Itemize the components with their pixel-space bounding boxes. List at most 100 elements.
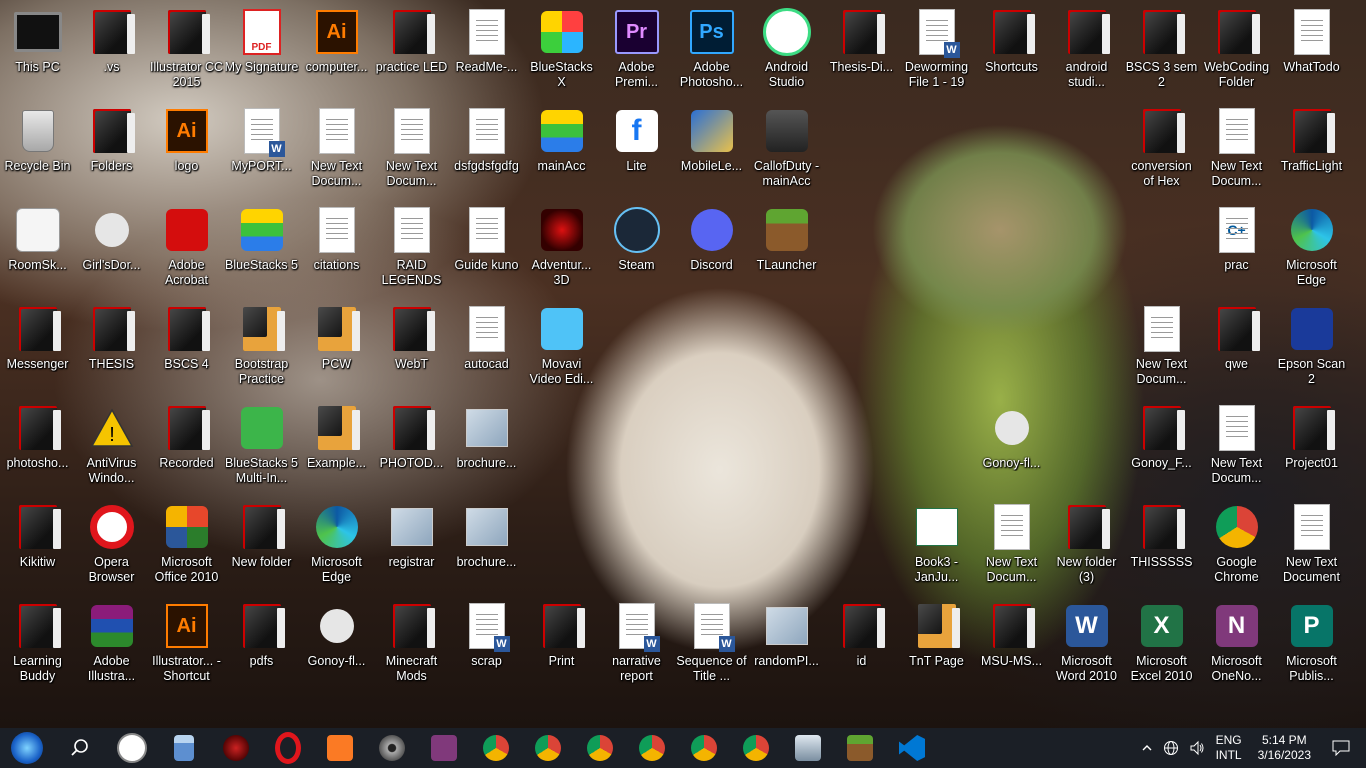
- desktop-icon[interactable]: WebT: [374, 301, 449, 400]
- desktop-icon[interactable]: New Text Docum...: [1124, 301, 1199, 400]
- desktop-icon[interactable]: Thesis-Di...: [824, 4, 899, 103]
- desktop-icon[interactable]: Project01: [1274, 400, 1349, 499]
- desktop-icon[interactable]: id: [824, 598, 899, 697]
- chrome-5[interactable]: [678, 728, 730, 768]
- desktop-icon[interactable]: THISSSSS: [1124, 499, 1199, 598]
- desktop-icon[interactable]: f Lite: [599, 103, 674, 202]
- clock[interactable]: 5:14 PM 3/16/2023: [1258, 733, 1311, 763]
- desktop-icon[interactable]: Print: [524, 598, 599, 697]
- vscode-app[interactable]: [886, 728, 938, 768]
- desktop-icon[interactable]: WebCoding Folder: [1199, 4, 1274, 103]
- desktop-icon[interactable]: New Text Docum...: [299, 103, 374, 202]
- desktop-icon[interactable]: New Text Docum...: [1199, 103, 1274, 202]
- desktop-icon[interactable]: New Text Document: [1274, 499, 1349, 598]
- desktop-icon[interactable]: Gonoy_F...: [1124, 400, 1199, 499]
- desktop-icon[interactable]: THESIS: [74, 301, 149, 400]
- chrome-6[interactable]: [730, 728, 782, 768]
- desktop-icon[interactable]: MobileLe...: [674, 103, 749, 202]
- desktop-icon[interactable]: BSCS 3 sem 2: [1124, 4, 1199, 103]
- desktop-icon[interactable]: Ai Illustrator... - Shortcut: [149, 598, 224, 697]
- desktop-icon[interactable]: Discord: [674, 202, 749, 301]
- chrome-2[interactable]: [522, 728, 574, 768]
- desktop-icon[interactable]: MyPORT...: [224, 103, 299, 202]
- desktop-icon[interactable]: Adobe Acrobat: [149, 202, 224, 301]
- opera-app[interactable]: [262, 728, 314, 768]
- desktop-icon[interactable]: scrap: [449, 598, 524, 697]
- chrome-4[interactable]: [626, 728, 678, 768]
- speaker-icon[interactable]: [1189, 740, 1205, 756]
- desktop-icon[interactable]: Gonoy-fl...: [974, 400, 1049, 499]
- desktop-icon[interactable]: ReadMe-...: [449, 4, 524, 103]
- desktop-icon[interactable]: registrar: [374, 499, 449, 598]
- desktop-icon[interactable]: New Text Docum...: [374, 103, 449, 202]
- desktop-icon[interactable]: Messenger: [0, 301, 75, 400]
- start-button[interactable]: [0, 728, 54, 768]
- desktop-icon[interactable]: Minecraft Mods: [374, 598, 449, 697]
- desktop-icon[interactable]: Kikitiw: [0, 499, 75, 598]
- desktop-icon[interactable]: practice LED: [374, 4, 449, 103]
- desktop-icon[interactable]: citations: [299, 202, 374, 301]
- monitor-app[interactable]: [782, 728, 834, 768]
- desktop-icon[interactable]: CallofDuty - mainAcc: [749, 103, 824, 202]
- desktop-icon[interactable]: Illustrator CC 2015: [149, 4, 224, 103]
- desktop-icon[interactable]: TrafficLight: [1274, 103, 1349, 202]
- desktop-icon[interactable]: TnT Page: [899, 598, 974, 697]
- desktop-icon[interactable]: Sequence of Title ...: [674, 598, 749, 697]
- desktop-icon[interactable]: Epson Scan 2: [1274, 301, 1349, 400]
- clock-app[interactable]: [106, 728, 158, 768]
- desktop-icon[interactable]: BlueStacks 5: [224, 202, 299, 301]
- desktop-icon[interactable]: brochure...: [449, 400, 524, 499]
- search-button[interactable]: [54, 728, 106, 768]
- desktop-icon[interactable]: randomPI...: [749, 598, 824, 697]
- desktop-icon[interactable]: Gonoy-fl...: [299, 598, 374, 697]
- desktop-icon[interactable]: BSCS 4: [149, 301, 224, 400]
- desktop-icon[interactable]: ! AntiVirus Windo...: [74, 400, 149, 499]
- desktop-icon[interactable]: PCW: [299, 301, 374, 400]
- desktop-icon[interactable]: Steam: [599, 202, 674, 301]
- desktop-icon[interactable]: P Microsoft Publis...: [1274, 598, 1349, 697]
- desktop-icon[interactable]: RoomSk...: [0, 202, 75, 301]
- desktop-icon[interactable]: photosho...: [0, 400, 75, 499]
- calculator-app[interactable]: [158, 728, 210, 768]
- desktop-icon[interactable]: New Text Docum...: [974, 499, 1049, 598]
- desktop-icon[interactable]: Opera Browser: [74, 499, 149, 598]
- desktop-icon[interactable]: PDF My Signature: [224, 4, 299, 103]
- desktop-icon[interactable]: narrative report: [599, 598, 674, 697]
- desktop-icon[interactable]: Ps Adobe Photosho...: [674, 4, 749, 103]
- desktop-icon[interactable]: Deworming File 1 - 19: [899, 4, 974, 103]
- desktop-icon[interactable]: Book3 - JanJu...: [899, 499, 974, 598]
- input-language[interactable]: ENG INTL: [1216, 733, 1242, 763]
- desktop-icon[interactable]: Recycle Bin: [0, 103, 75, 202]
- desktop-icon[interactable]: Learning Buddy: [0, 598, 75, 697]
- desktop-icon[interactable]: Microsoft Edge: [1274, 202, 1349, 301]
- desktop-icon[interactable]: New Text Docum...: [1199, 400, 1274, 499]
- desktop-icon[interactable]: Adventur... 3D: [524, 202, 599, 301]
- desktop-icon[interactable]: Bootstrap Practice: [224, 301, 299, 400]
- desktop-icon[interactable]: RAID LEGENDS: [374, 202, 449, 301]
- desktop-icon[interactable]: TLauncher: [749, 202, 824, 301]
- desktop-icon[interactable]: PHOTOD...: [374, 400, 449, 499]
- desktop-icon[interactable]: BlueStacks 5 Multi-In...: [224, 400, 299, 499]
- desktop-icon[interactable]: conversion of Hex: [1124, 103, 1199, 202]
- desktop-icon[interactable]: MSU-MS...: [974, 598, 1049, 697]
- desktop-icon[interactable]: Guide kuno: [449, 202, 524, 301]
- desktop-icon[interactable]: N Microsoft OneNo...: [1199, 598, 1274, 697]
- chevron-up-icon[interactable]: [1141, 742, 1153, 754]
- notification-icon[interactable]: [1326, 740, 1356, 756]
- media-app[interactable]: [366, 728, 418, 768]
- desktop-icon[interactable]: Google Chrome: [1199, 499, 1274, 598]
- desktop-icon[interactable]: X Microsoft Excel 2010: [1124, 598, 1199, 697]
- onenote-app[interactable]: [418, 728, 470, 768]
- minecraft-app[interactable]: [834, 728, 886, 768]
- desktop-icon[interactable]: .vs: [74, 4, 149, 103]
- desktop-icon[interactable]: BlueStacks X: [524, 4, 599, 103]
- desktop-icon[interactable]: Folders: [74, 103, 149, 202]
- desktop-icon[interactable]: Girl'sDor...: [74, 202, 149, 301]
- desktop-icon[interactable]: Android Studio: [749, 4, 824, 103]
- desktop-icon[interactable]: Microsoft Office 2010: [149, 499, 224, 598]
- desktop-icon[interactable]: New folder: [224, 499, 299, 598]
- desktop-icon[interactable]: pdfs: [224, 598, 299, 697]
- desktop-icon[interactable]: Example...: [299, 400, 374, 499]
- desktop-icon[interactable]: Movavi Video Edi...: [524, 301, 599, 400]
- game-app[interactable]: [210, 728, 262, 768]
